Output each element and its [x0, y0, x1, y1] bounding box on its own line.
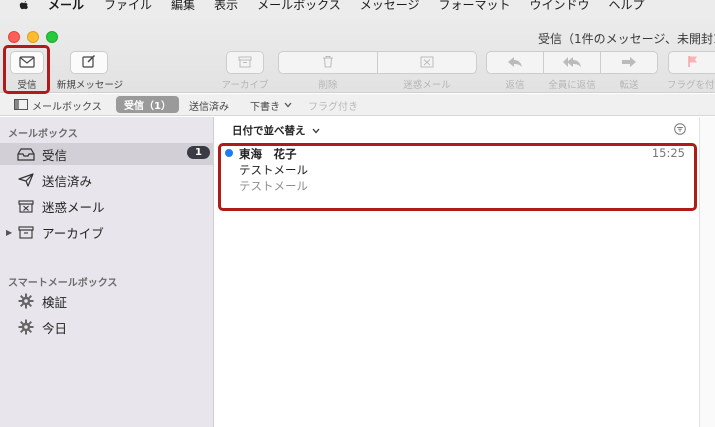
menu-view[interactable]: 表示 — [214, 0, 238, 11]
sidebar-item-label: 検証 — [42, 294, 68, 310]
menu-window[interactable]: ウインドウ — [530, 0, 590, 11]
sidebar-item-archive[interactable]: ▶ アーカイブ — [0, 221, 214, 243]
favorites-bar: メールボックス 受信（1） 送信済み 下書き フラグ付き — [0, 94, 715, 116]
menu-help[interactable]: ヘルプ — [609, 0, 645, 11]
menu-message[interactable]: メッセージ — [360, 0, 420, 11]
sidebar-item-label: 送信済み — [42, 173, 93, 189]
paper-plane-icon — [16, 171, 36, 189]
unread-count-badge: 1 — [187, 146, 210, 159]
reply-all-button[interactable] — [543, 51, 601, 74]
compose-button-label: 新規メッセージ — [56, 80, 124, 91]
menu-edit[interactable]: 編集 — [171, 0, 195, 11]
sort-label: 日付で並べ替え — [232, 125, 306, 137]
chevron-down-icon — [312, 128, 320, 134]
menu-bar: メール ファイル 編集 表示 メールボックス メッセージ フォーマット ウインド… — [0, 0, 715, 14]
window-title: 受信（1件のメッセージ、未開封1 — [538, 32, 715, 46]
favorites-inbox[interactable]: 受信（1） — [116, 96, 179, 113]
sidebar-smart-header: スマートメールボックス — [8, 278, 118, 289]
junk-box-icon — [420, 53, 434, 72]
favorites-mailboxes-toggle[interactable]: メールボックス — [14, 98, 102, 113]
sidebar-toggle-icon — [14, 98, 28, 113]
minimize-window-button[interactable] — [27, 31, 39, 43]
chevron-down-icon — [284, 100, 292, 111]
junk-button-label: 迷惑メール — [403, 80, 451, 91]
mail-window: 受信（1件のメッセージ、未開封1 受信 新規メッセージ アーカイブ 削除 迷惑メ… — [0, 14, 715, 427]
sidebar-item-label: 受信 — [42, 147, 68, 163]
sort-by-date-button[interactable]: 日付で並べ替え — [232, 123, 320, 138]
favorites-drafts[interactable]: 下書き — [250, 98, 292, 113]
forward-arrow-icon — [621, 53, 637, 72]
junk-button[interactable] — [377, 51, 477, 74]
compose-button[interactable] — [70, 51, 108, 74]
zoom-window-button[interactable] — [46, 31, 58, 43]
flag-icon — [687, 53, 699, 72]
sidebar-item-sent[interactable]: 送信済み — [0, 169, 214, 191]
menu-mail[interactable]: メール — [48, 0, 84, 11]
sidebar-item-inbox[interactable]: 受信 1 — [0, 143, 214, 165]
archive-box-icon — [16, 223, 36, 241]
delete-button-label: 削除 — [318, 80, 338, 91]
archive-button-label: アーカイブ — [221, 80, 269, 91]
reply-button[interactable] — [486, 51, 544, 74]
junk-box-icon — [16, 197, 36, 215]
sidebar-item-label: アーカイブ — [42, 225, 104, 241]
flag-button[interactable] — [668, 51, 715, 74]
compose-icon — [82, 53, 96, 72]
sort-bar: 日付で並べ替え — [215, 117, 699, 141]
menu-mailbox[interactable]: メールボックス — [257, 0, 341, 11]
message-viewer-edge — [699, 117, 715, 427]
favorites-drafts-label: 下書き — [250, 102, 280, 113]
highlight-annotation — [3, 45, 50, 94]
forward-button-label: 転送 — [619, 80, 639, 91]
highlight-annotation — [218, 143, 697, 211]
sidebar-item-smart-today[interactable]: 今日 — [0, 316, 214, 338]
menu-file[interactable]: ファイル — [104, 0, 152, 11]
sidebar-mailboxes-header: メールボックス — [8, 129, 78, 140]
trash-icon — [322, 53, 334, 72]
close-window-button[interactable] — [8, 31, 20, 43]
sidebar-item-label: 迷惑メール — [42, 199, 105, 215]
flag-button-label: フラグを付 — [667, 80, 715, 91]
inbox-tray-icon — [16, 145, 36, 163]
message-list: 日付で並べ替え 東海 花子 15:25 テストメール テストメール — [215, 117, 699, 427]
forward-button[interactable] — [600, 51, 658, 74]
sidebar-item-junk[interactable]: 迷惑メール — [0, 195, 214, 217]
gear-icon — [16, 318, 36, 336]
sidebar-item-label: 今日 — [42, 320, 68, 336]
reply-button-label: 返信 — [505, 80, 525, 91]
archive-box-icon — [238, 53, 252, 72]
delete-button[interactable] — [278, 51, 378, 74]
disclosure-triangle-icon[interactable]: ▶ — [6, 228, 12, 237]
reply-all-button-label: 全員に返信 — [548, 80, 596, 91]
gear-icon — [16, 292, 36, 310]
reply-all-arrow-icon — [562, 53, 582, 72]
archive-button[interactable] — [226, 51, 264, 74]
title-toolbar: 受信（1件のメッセージ、未開封1 受信 新規メッセージ アーカイブ 削除 迷惑メ… — [0, 14, 715, 94]
sidebar-item-smart-verify[interactable]: 検証 — [0, 290, 214, 312]
reply-arrow-icon — [507, 53, 523, 72]
favorites-flagged[interactable]: フラグ付き — [308, 98, 358, 113]
menu-format[interactable]: フォーマット — [438, 0, 510, 11]
favorites-sent[interactable]: 送信済み — [189, 98, 229, 113]
filter-icon[interactable] — [674, 123, 686, 135]
apple-menu-icon[interactable] — [18, 0, 32, 14]
favorites-mailboxes-label: メールボックス — [32, 102, 102, 113]
mailbox-sidebar: メールボックス 受信 1 送信済み 迷惑メール ▶ アーカイブ スマートメールボ… — [0, 117, 214, 427]
